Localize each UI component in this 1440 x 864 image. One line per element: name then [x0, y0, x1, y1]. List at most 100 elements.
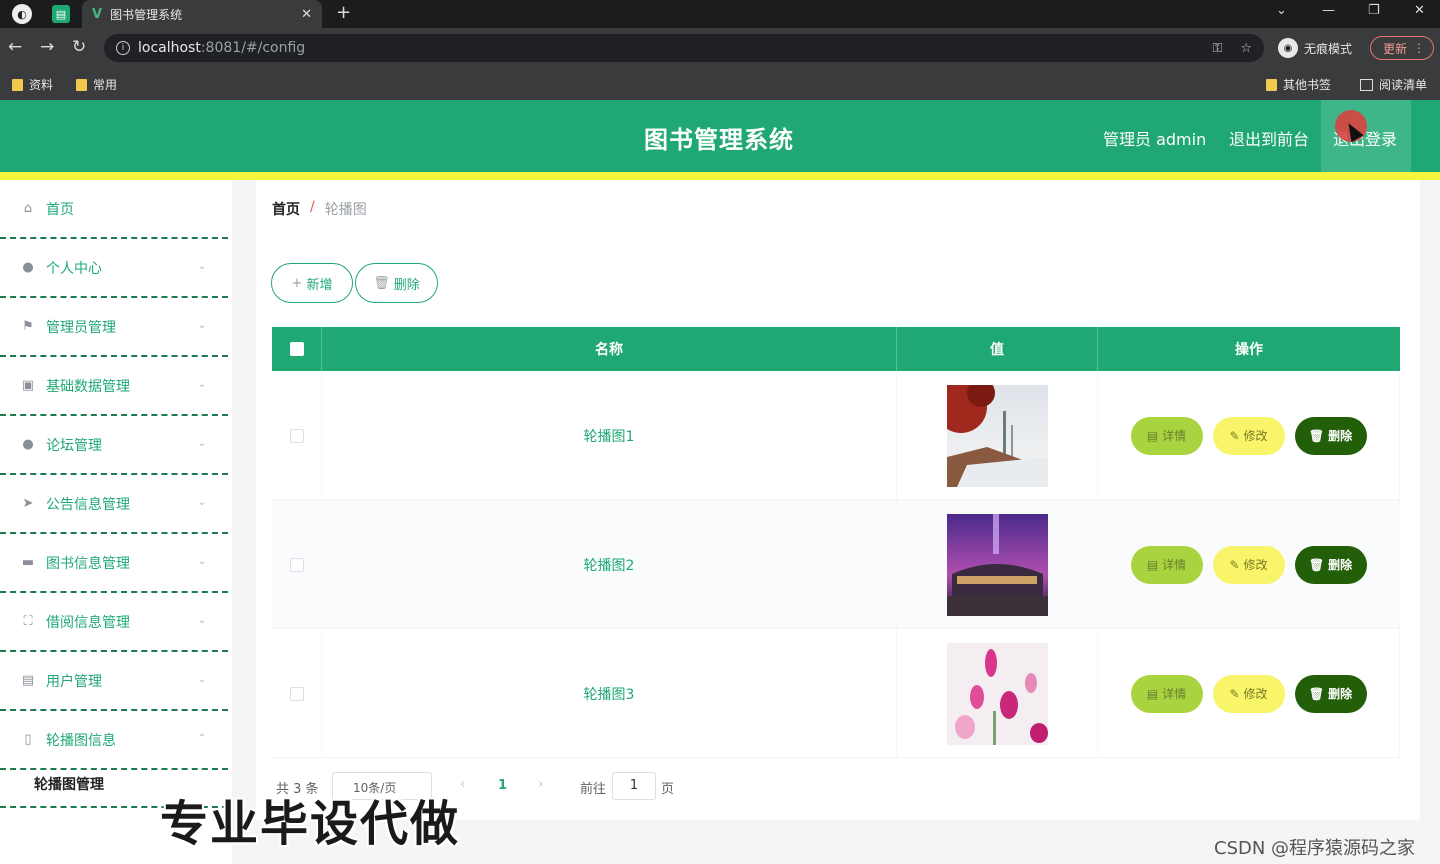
more-icon[interactable]: ⋮	[1413, 41, 1425, 55]
tab-group-icon[interactable]: ▤	[52, 5, 70, 23]
delete-button[interactable]: 🗑 删除	[1294, 674, 1367, 713]
sidebar-submenu-carousel-management[interactable]: 轮播图管理	[34, 774, 104, 794]
star-icon[interactable]: ☆	[1240, 41, 1252, 56]
row-checkbox[interactable]	[289, 686, 304, 701]
trash-icon: 🗑	[373, 275, 390, 291]
new-tab-icon[interactable]: +	[336, 2, 351, 23]
row-actions: ▤ 详情 ✎ 修改 🗑 删除	[1098, 629, 1400, 758]
back-icon[interactable]: ←	[8, 37, 22, 57]
fullscreen-icon: ⛶	[23, 614, 33, 629]
browser-tab-bar: ◐ ▤ V 图书管理系统 ✕ + ⌄ — ❐ ✕	[0, 0, 1440, 28]
incognito-badge[interactable]: ◉ 无痕模式	[1278, 38, 1352, 58]
reload-icon[interactable]: ↻	[72, 37, 86, 57]
edit-label: 修改	[1243, 687, 1268, 701]
chart-icon: ▣	[21, 378, 35, 393]
row-actions: ▤ 详情 ✎ 修改 🗑 删除	[1098, 371, 1400, 500]
chevron-down-icon[interactable]: ⌄	[1276, 3, 1287, 18]
chevron-icon: ⌃	[197, 733, 206, 744]
edit-icon: ✎	[1229, 428, 1240, 443]
bookmark-folder[interactable]: 常用	[76, 76, 117, 93]
delete-label: 删除	[1328, 687, 1353, 701]
key-icon[interactable]: ⚿	[1212, 41, 1222, 56]
table-row: 轮播图2 ▤ 详情 ✎ 修改 🗑 删除	[272, 500, 1400, 629]
chevron-icon: ⌄	[197, 261, 206, 272]
row-image-cell	[897, 500, 1098, 629]
breadcrumb-home[interactable]: 首页	[272, 199, 300, 219]
table-row: 轮播图3 ▤ 详情 ✎ 修改 🗑 删除	[272, 629, 1400, 758]
breadcrumb-current: 轮播图	[324, 202, 367, 218]
row-image-cell	[897, 371, 1098, 500]
edit-button[interactable]: ✎ 修改	[1212, 545, 1285, 584]
delete-button[interactable]: 🗑 删除	[1294, 545, 1367, 584]
vue-logo-icon: V	[92, 6, 103, 22]
user-icon: ●	[22, 437, 34, 452]
table-header: 名称 值 操作	[272, 327, 1400, 371]
sidebar-item[interactable]: ⌂ 首页	[0, 180, 228, 239]
bookmark-label: 阅读清单	[1379, 78, 1428, 92]
send-icon: ➤	[22, 496, 34, 511]
sidebar-item-label: 首页	[46, 201, 74, 218]
minimize-icon[interactable]: —	[1322, 3, 1335, 18]
sidebar-item[interactable]: ● 个人中心 ⌄	[0, 239, 228, 298]
sidebar-item[interactable]: ● 论坛管理 ⌄	[0, 416, 228, 475]
edit-icon: ✎	[1229, 686, 1240, 701]
add-button[interactable]: + 新增	[271, 263, 353, 303]
chevron-icon: ⌄	[197, 320, 206, 331]
chevron-icon: ⌄	[197, 615, 206, 626]
sidebar-item-label: 图书信息管理	[46, 555, 130, 572]
user-icon: ●	[22, 260, 34, 275]
home-icon: ⌂	[23, 201, 33, 216]
tab-title: 图书管理系统	[110, 7, 183, 22]
sidebar-item[interactable]: ➤ 公告信息管理 ⌄	[0, 475, 228, 534]
app-title: 图书管理系统	[644, 126, 794, 154]
sidebar-item[interactable]: ⛶ 借阅信息管理 ⌄	[0, 593, 228, 652]
restore-icon[interactable]: ❐	[1368, 3, 1380, 18]
detail-button[interactable]: ▤ 详情	[1130, 674, 1203, 713]
close-icon[interactable]: ✕	[301, 7, 312, 22]
document-icon: ▤	[21, 673, 35, 688]
document-icon: ▤	[1146, 557, 1159, 572]
batch-delete-button[interactable]: 🗑 删除	[355, 263, 438, 303]
edit-button[interactable]: ✎ 修改	[1212, 674, 1285, 713]
sidebar-item[interactable]: ▬ 图书信息管理 ⌄	[0, 534, 228, 593]
browser-menu-icon[interactable]: ◐	[12, 4, 32, 24]
sidebar-item[interactable]: ⚑ 管理员管理 ⌄	[0, 298, 228, 357]
goto-page-input[interactable]: 1	[612, 772, 656, 800]
column-header-value: 值	[897, 327, 1098, 371]
update-button[interactable]: 更新 ⋮	[1370, 36, 1434, 60]
detail-label: 详情	[1162, 558, 1187, 572]
chevron-icon: ⌄	[197, 497, 206, 508]
info-icon[interactable]: i	[116, 41, 130, 55]
sidebar-item-label: 借阅信息管理	[46, 614, 130, 631]
chevron-left-icon[interactable]: ‹	[460, 777, 465, 792]
page-suffix: 页	[661, 782, 675, 797]
admin-label: 管理员 admin	[1103, 130, 1207, 149]
exit-to-front-link[interactable]: 退出到前台	[1229, 126, 1309, 150]
row-checkbox[interactable]	[289, 428, 304, 443]
edit-button[interactable]: ✎ 修改	[1212, 416, 1285, 455]
delete-button[interactable]: 🗑 删除	[1294, 416, 1367, 455]
reading-list[interactable]: 阅读清单	[1360, 76, 1427, 93]
browser-tab[interactable]: V 图书管理系统 ✕	[82, 0, 322, 28]
row-name: 轮播图2	[322, 500, 897, 629]
delete-label: 删除	[1328, 429, 1353, 443]
forward-icon[interactable]: →	[40, 37, 54, 57]
select-all-checkbox[interactable]	[289, 342, 304, 356]
chevron-icon: ⌄	[197, 438, 206, 449]
sidebar-item[interactable]: ▯ 轮播图信息 ⌃	[0, 711, 228, 770]
detail-button[interactable]: ▤ 详情	[1130, 416, 1203, 455]
row-checkbox-cell	[272, 629, 322, 758]
sidebar-item[interactable]: ▤ 用户管理 ⌄	[0, 652, 228, 711]
detail-button[interactable]: ▤ 详情	[1130, 545, 1203, 584]
chevron-right-icon[interactable]: ›	[538, 777, 543, 792]
window-close-icon[interactable]: ✕	[1414, 3, 1425, 18]
sidebar-item[interactable]: ▣ 基础数据管理 ⌄	[0, 357, 228, 416]
page-number-current[interactable]: 1	[498, 778, 507, 793]
other-bookmarks[interactable]: 其他书签	[1266, 76, 1331, 93]
row-checkbox[interactable]	[289, 557, 304, 572]
sidebar-item-label: 论坛管理	[46, 437, 102, 454]
bookmark-folder[interactable]: 资料	[12, 76, 53, 93]
bookmark-label: 资料	[29, 78, 54, 92]
url-input[interactable]: i localhost:8081/#/config ⚿ ☆	[104, 34, 1264, 62]
incognito-label: 无痕模式	[1304, 41, 1353, 56]
